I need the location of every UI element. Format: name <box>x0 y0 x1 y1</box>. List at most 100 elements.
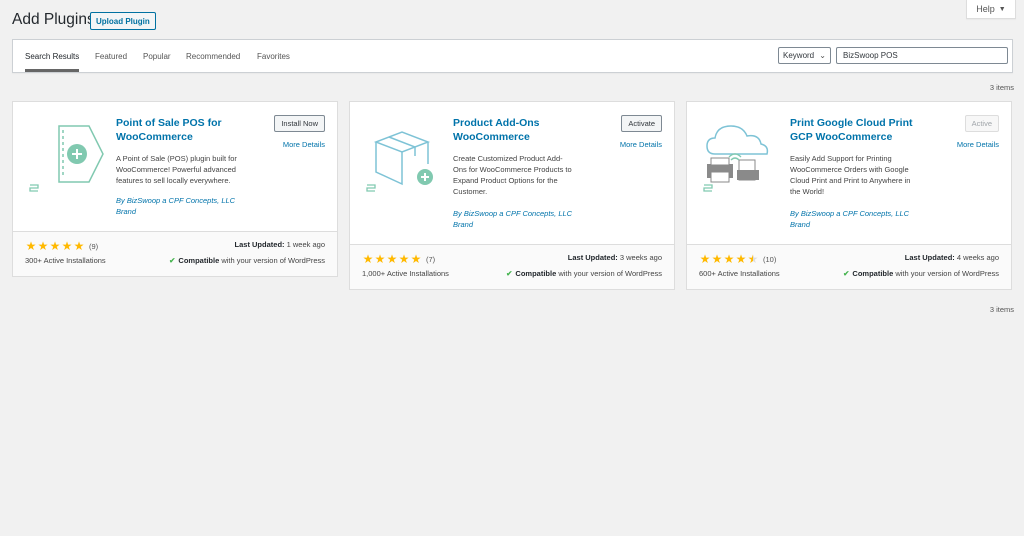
help-tab-button[interactable]: Help ▼ <box>966 0 1016 19</box>
plugin-card: Product Add-Ons WooCommerce Activate Mor… <box>349 101 675 290</box>
chevron-down-icon: ⌄ <box>819 51 826 60</box>
star-full-icon: ★ <box>374 252 386 266</box>
description-line: WooCommerce! Powerful advanced <box>116 165 236 174</box>
bizswoop-logo-icon <box>365 181 377 193</box>
active-button-disabled: Active <box>964 115 999 132</box>
results-count-bottom: 3 items <box>989 305 1014 314</box>
activate-button[interactable]: Activate <box>621 115 662 132</box>
search-type-value: Keyword <box>783 51 815 60</box>
compatibility: ✔ Compatible with your version of WordPre… <box>843 269 999 278</box>
plugin-author-link[interactable]: By BizSwoop a CPF Concepts, LLC Brand <box>453 208 613 230</box>
page-title: Add Plugins <box>12 11 95 28</box>
check-icon: ✔ <box>843 269 850 278</box>
compatibility: ✔ Compatible with your version of WordPre… <box>506 269 662 278</box>
description-line: features to sell locally everywhere. <box>116 176 231 185</box>
star-rating: ★ ★ ★ ★ ★ (9) <box>25 239 99 253</box>
last-updated-label: Last Updated: <box>904 253 955 262</box>
author-line: By BizSwoop a CPF Concepts, LLC <box>116 196 236 205</box>
search-input[interactable]: BizSwoop POS <box>836 47 1008 64</box>
star-full-icon: ★ <box>723 252 735 266</box>
star-full-icon: ★ <box>73 239 85 253</box>
star-full-icon: ★ <box>735 252 747 266</box>
plugin-name-line: WooCommerce <box>453 131 530 143</box>
tab-search-results[interactable]: Search Results <box>25 40 80 72</box>
last-updated-label: Last Updated: <box>234 240 285 249</box>
plugin-name-link[interactable]: Point of Sale POS for WooCommerce <box>116 116 266 144</box>
star-full-icon: ★ <box>25 239 37 253</box>
active-installs: 600+ Active Installations <box>699 269 780 278</box>
author-line: Brand <box>453 220 474 229</box>
author-line: Brand <box>116 207 137 216</box>
more-details-link[interactable]: More Details <box>957 140 999 149</box>
description-line: Ons for WooCommerce Products to <box>453 165 572 174</box>
active-installs: 1,000+ Active Installations <box>362 269 449 278</box>
plugin-name-line: Product Add-Ons <box>453 117 540 129</box>
bizswoop-logo-icon <box>702 181 714 193</box>
check-icon: ✔ <box>506 269 513 278</box>
star-rating: ★ ★ ★ ★ ★ (7) <box>362 252 436 266</box>
last-updated-value: 3 weeks ago <box>619 253 662 262</box>
tab-recommended[interactable]: Recommended <box>186 40 240 72</box>
install-now-button[interactable]: Install Now <box>274 115 325 132</box>
description-line: WooCommerce Orders with Google <box>790 165 909 174</box>
description-line: the World! <box>790 187 825 196</box>
star-rating: ★ ★ ★ ★ ★ (10) <box>699 252 777 266</box>
star-full-icon: ★ <box>398 252 410 266</box>
plugin-author-link[interactable]: By BizSwoop a CPF Concepts, LLC Brand <box>116 195 276 217</box>
author-line: By BizSwoop a CPF Concepts, LLC <box>453 209 573 218</box>
filter-bar: Search Results Featured Popular Recommen… <box>12 39 1013 73</box>
tab-favorites[interactable]: Favorites <box>257 40 290 72</box>
rating-count[interactable]: (10) <box>763 255 776 264</box>
plugin-author-link[interactable]: By BizSwoop a CPF Concepts, LLC Brand <box>790 208 950 230</box>
plugin-name-line: Print Google Cloud Print <box>790 117 913 129</box>
star-full-icon: ★ <box>699 252 711 266</box>
star-full-icon: ★ <box>49 239 61 253</box>
star-full-icon: ★ <box>37 239 49 253</box>
more-details-link[interactable]: More Details <box>620 140 662 149</box>
author-line: By BizSwoop a CPF Concepts, LLC <box>790 209 910 218</box>
rating-count[interactable]: (9) <box>89 242 98 251</box>
plugin-name-line: GCP WooCommerce <box>790 131 893 143</box>
last-updated-value: 1 week ago <box>286 240 325 249</box>
plugin-card: Print Google Cloud Print GCP WooCommerce… <box>686 101 1012 290</box>
tab-featured[interactable]: Featured <box>95 40 127 72</box>
upload-plugin-button[interactable]: Upload Plugin <box>90 12 156 30</box>
description-line: Expand Product Options for the <box>453 176 558 185</box>
last-updated: Last Updated: 3 weeks ago <box>568 253 662 262</box>
last-updated-label: Last Updated: <box>567 253 618 262</box>
description-line: Create Customized Product Add- <box>453 154 563 163</box>
plugin-card: Point of Sale POS for WooCommerce Instal… <box>12 101 338 277</box>
compatibility: ✔ Compatible with your version of WordPre… <box>169 256 325 265</box>
star-full-icon: ★ <box>61 239 73 253</box>
rating-count[interactable]: (7) <box>426 255 435 264</box>
plugin-description: Create Customized Product Add- Ons for W… <box>453 153 613 197</box>
help-label: Help <box>976 4 995 14</box>
active-installs: 300+ Active Installations <box>25 256 106 265</box>
description-line: Cloud Print and Print to Anywhere in <box>790 176 911 185</box>
plugin-description: Easily Add Support for Printing WooComme… <box>790 153 950 197</box>
compat-label: Compatible <box>852 269 894 278</box>
caret-down-icon: ▼ <box>998 5 1006 13</box>
plugin-name-line: WooCommerce <box>116 131 193 143</box>
author-line: Brand <box>790 220 811 229</box>
compat-label: Compatible <box>515 269 557 278</box>
star-full-icon: ★ <box>386 252 398 266</box>
plugin-name-link[interactable]: Product Add-Ons WooCommerce <box>453 116 603 144</box>
last-updated: Last Updated: 4 weeks ago <box>905 253 999 262</box>
compat-label: Compatible <box>178 256 220 265</box>
star-full-icon: ★ <box>410 252 422 266</box>
search-type-select[interactable]: Keyword ⌄ <box>778 47 831 64</box>
description-line: Easily Add Support for Printing <box>790 154 892 163</box>
last-updated-value: 4 weeks ago <box>956 253 999 262</box>
star-full-icon: ★ <box>711 252 723 266</box>
tab-popular[interactable]: Popular <box>143 40 171 72</box>
results-count: 3 items <box>989 83 1014 92</box>
bizswoop-logo-icon <box>28 181 40 193</box>
plugin-description: A Point of Sale (POS) plugin built for W… <box>116 153 276 186</box>
star-full-icon: ★ <box>362 252 374 266</box>
more-details-link[interactable]: More Details <box>283 140 325 149</box>
description-line: A Point of Sale (POS) plugin built for <box>116 154 237 163</box>
star-half-icon: ★ <box>747 252 759 266</box>
compat-text: with your version of WordPress <box>221 256 325 265</box>
plugin-name-link[interactable]: Print Google Cloud Print GCP WooCommerce <box>790 116 940 144</box>
